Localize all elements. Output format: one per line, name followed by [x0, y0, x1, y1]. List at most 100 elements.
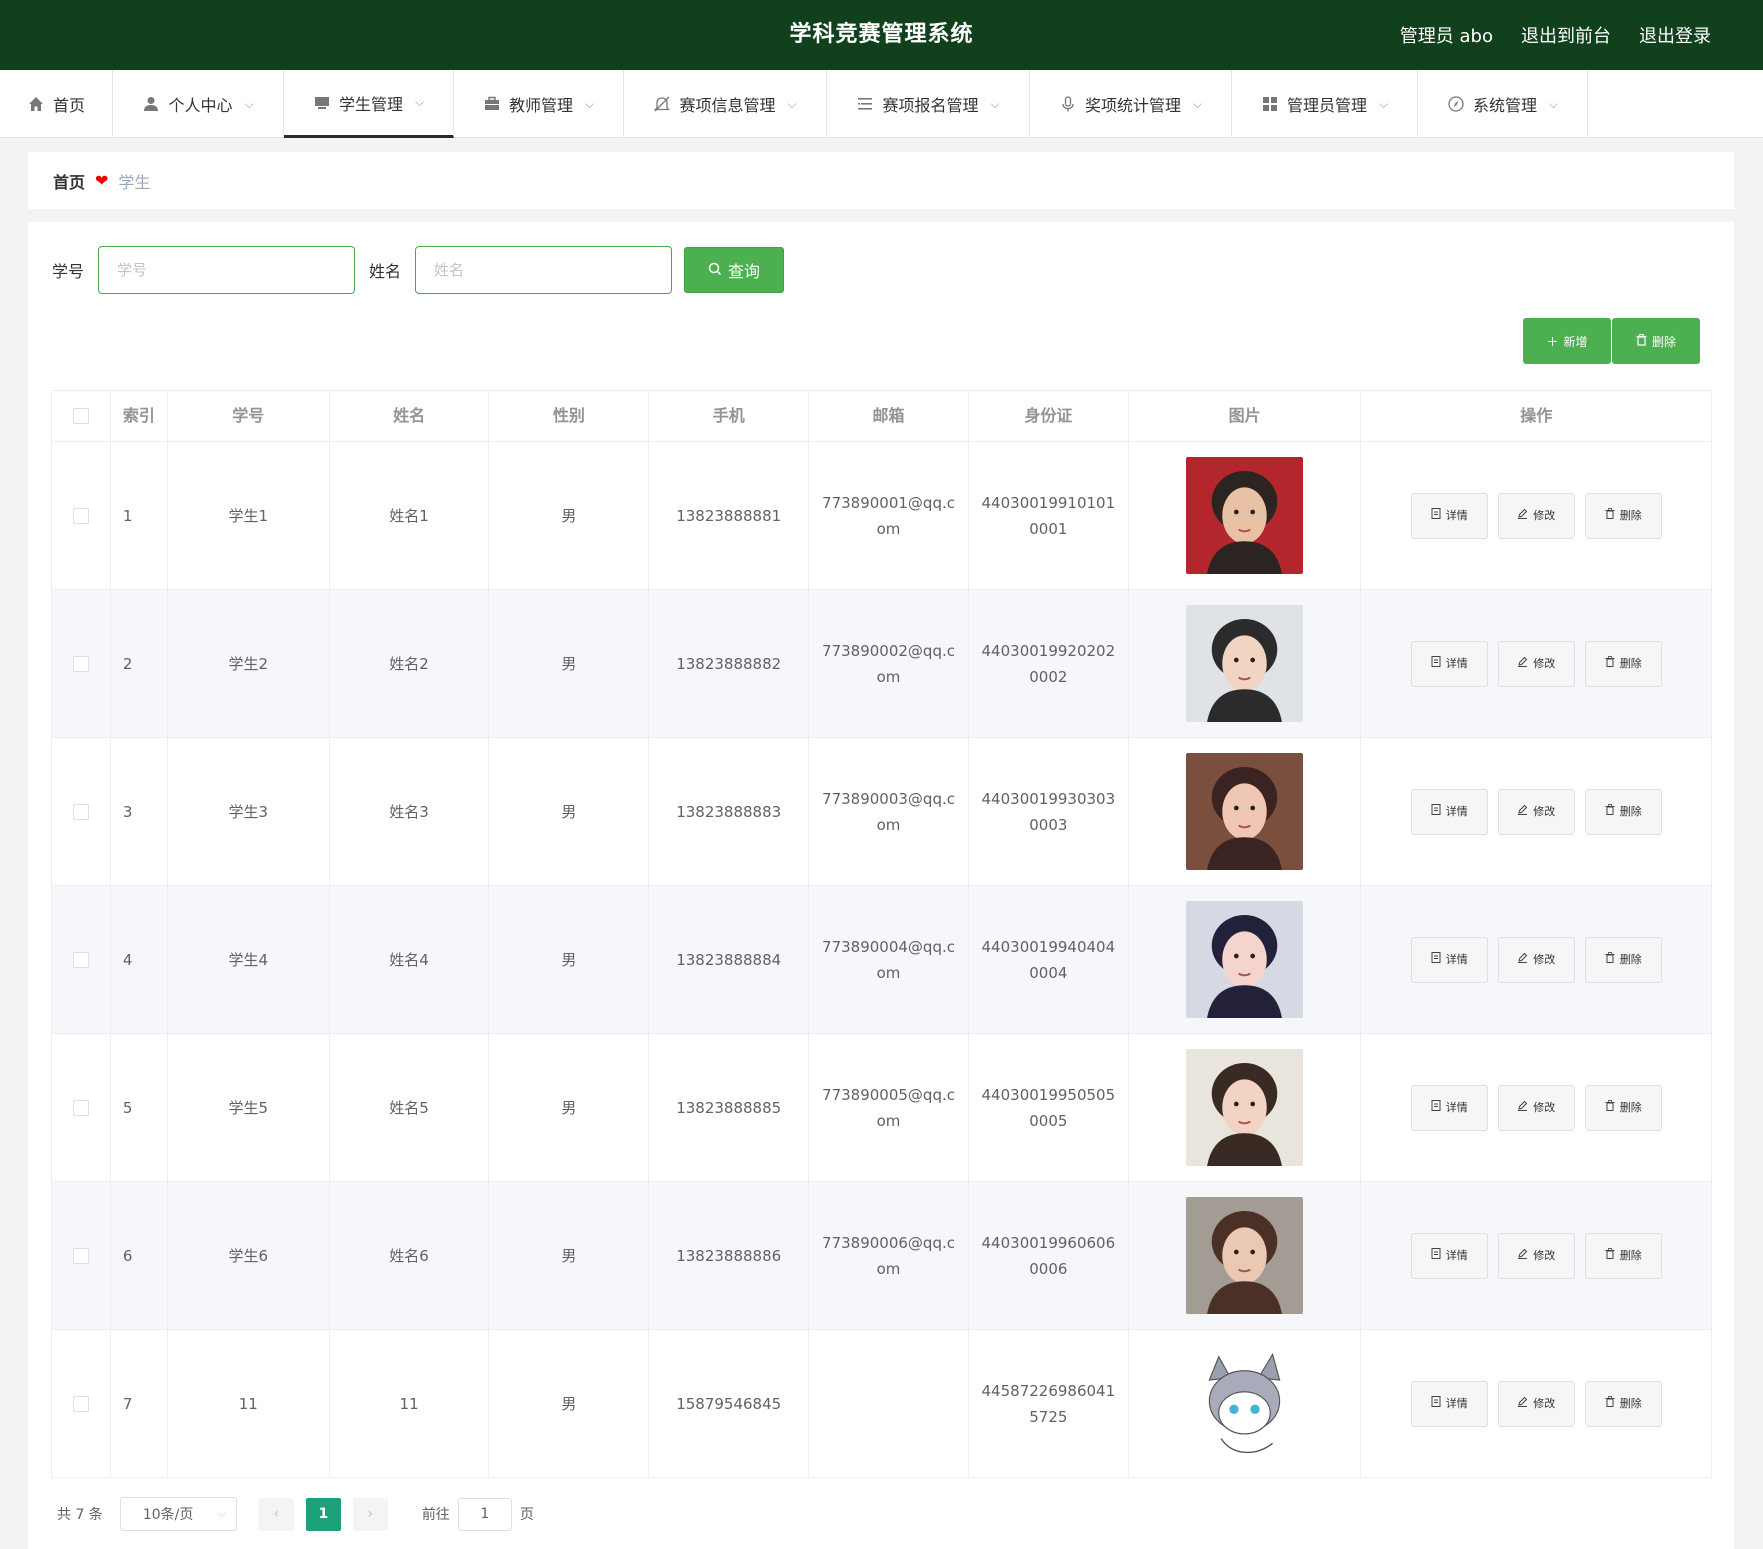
delete-label: 删除	[1619, 1248, 1642, 1262]
prev-page-button[interactable]: ‹	[258, 1497, 294, 1531]
student-photo[interactable]	[1186, 457, 1304, 574]
nav-item-home[interactable]: 首页	[0, 70, 113, 138]
student-photo[interactable]	[1186, 753, 1304, 870]
delete-button[interactable]: 删除	[1584, 936, 1662, 983]
query-button[interactable]: 查询	[684, 247, 785, 293]
detail-label: 详情	[1445, 508, 1468, 522]
student-id-cell: 学生2	[168, 590, 330, 737]
compass-icon	[1447, 95, 1465, 113]
row-index: 6	[111, 1182, 168, 1329]
nav-item-competition-info[interactable]: 赛项信息管理 ⌵	[624, 70, 827, 138]
delete-button[interactable]: 删除	[1584, 788, 1662, 835]
row-checkbox[interactable]	[72, 951, 89, 968]
monitor-icon	[313, 94, 331, 112]
row-checkbox[interactable]	[72, 1395, 89, 1412]
detail-button[interactable]: 详情	[1410, 1380, 1488, 1427]
edit-button[interactable]: 修改	[1497, 1084, 1575, 1131]
edit-button[interactable]: 修改	[1497, 492, 1575, 539]
student-id-input[interactable]	[98, 246, 356, 294]
row-checkbox[interactable]	[72, 1247, 89, 1264]
edit-button[interactable]: 修改	[1497, 788, 1575, 835]
trash-icon	[1605, 1095, 1615, 1121]
column-header[interactable]: 索引	[111, 391, 168, 441]
student-name-cell: 姓名5	[330, 1034, 490, 1181]
document-icon	[1431, 503, 1441, 529]
home-icon	[27, 95, 45, 113]
nav-item-competition-registration[interactable]: 赛项报名管理 ⌵	[827, 70, 1030, 138]
edit-label: 修改	[1533, 1100, 1556, 1114]
breadcrumb-home[interactable]: 首页	[53, 169, 85, 193]
nav-label: 管理员管理	[1286, 96, 1367, 115]
delete-label: 删除	[1619, 804, 1642, 818]
column-header[interactable]: 身份证	[969, 391, 1129, 441]
column-header[interactable]: 图片	[1129, 391, 1362, 441]
column-header[interactable]: 邮箱	[809, 391, 969, 441]
trash-icon	[1605, 799, 1615, 825]
student-photo[interactable]	[1186, 1345, 1304, 1462]
student-photo[interactable]	[1186, 1049, 1304, 1166]
detail-button[interactable]: 详情	[1410, 1084, 1488, 1131]
nav-item-admin-management[interactable]: 管理员管理 ⌵	[1232, 70, 1418, 138]
exit-to-front-link[interactable]: 退出到前台	[1521, 22, 1611, 48]
page-size-select[interactable]: 10条/页 ⌵	[119, 1497, 237, 1531]
list-icon	[856, 95, 874, 113]
delete-button[interactable]: 删除	[1584, 492, 1662, 539]
email-cell: 773890001@qq.com	[822, 493, 955, 538]
edit-button[interactable]: 修改	[1497, 640, 1575, 687]
name-input[interactable]	[415, 246, 673, 294]
student-photo[interactable]	[1186, 901, 1304, 1018]
student-photo[interactable]	[1186, 605, 1304, 722]
edit-icon	[1517, 503, 1528, 529]
edit-label: 修改	[1533, 508, 1556, 522]
student-name-cell: 姓名4	[330, 886, 490, 1033]
delete-button[interactable]: 删除	[1584, 640, 1662, 687]
chevron-down-icon: ⌵	[414, 95, 425, 109]
add-button[interactable]: ＋ 新增	[1523, 318, 1611, 364]
batch-delete-button[interactable]: 删除	[1612, 318, 1700, 364]
detail-button[interactable]: 详情	[1410, 640, 1488, 687]
edit-button[interactable]: 修改	[1497, 936, 1575, 983]
table-row: 7 11 11 男 15879546845 445872269860415725…	[52, 1330, 1711, 1478]
detail-button[interactable]: 详情	[1410, 492, 1488, 539]
column-header[interactable]: 操作	[1361, 391, 1711, 441]
student-name-cell: 11	[330, 1330, 490, 1477]
logout-link[interactable]: 退出登录	[1639, 22, 1711, 48]
nav-item-system-management[interactable]: 系统管理 ⌵	[1418, 70, 1588, 138]
nav-label: 奖项统计管理	[1084, 96, 1181, 115]
edit-button[interactable]: 修改	[1497, 1380, 1575, 1427]
select-all-checkbox[interactable]	[72, 408, 89, 424]
plus-icon: ＋	[1546, 334, 1559, 349]
nav-item-personal-center[interactable]: 个人中心 ⌵	[113, 70, 284, 138]
student-photo[interactable]	[1186, 1197, 1304, 1314]
nav-item-student-management[interactable]: 学生管理 ⌵	[284, 70, 454, 138]
breadcrumb: 首页 ❤ 学生	[28, 152, 1734, 209]
detail-button[interactable]: 详情	[1410, 936, 1488, 983]
student-id-label: 学号	[52, 262, 85, 281]
row-checkbox[interactable]	[72, 507, 89, 524]
row-checkbox[interactable]	[72, 1099, 89, 1116]
idcard-cell: 445872269860415725	[981, 1381, 1116, 1426]
delete-button[interactable]: 删除	[1584, 1232, 1662, 1279]
detail-button[interactable]: 详情	[1410, 788, 1488, 835]
edit-label: 修改	[1533, 1248, 1556, 1262]
nav-item-award-statistics[interactable]: 奖项统计管理 ⌵	[1030, 70, 1232, 138]
page-number[interactable]: 1	[305, 1497, 341, 1531]
detail-button[interactable]: 详情	[1410, 1232, 1488, 1279]
row-checkbox[interactable]	[72, 655, 89, 672]
edit-button[interactable]: 修改	[1497, 1232, 1575, 1279]
column-header[interactable]: 性别	[489, 391, 650, 441]
column-header[interactable]: 学号	[168, 391, 330, 441]
delete-label: 删除	[1619, 656, 1642, 670]
delete-button[interactable]: 删除	[1584, 1084, 1662, 1131]
row-checkbox[interactable]	[72, 803, 89, 820]
student-name-cell: 姓名3	[330, 738, 490, 885]
delete-button[interactable]: 删除	[1584, 1380, 1662, 1427]
column-header[interactable]: 姓名	[330, 391, 490, 441]
phone-cell: 13823888881	[649, 442, 810, 589]
goto-page-input[interactable]	[457, 1497, 512, 1531]
row-index: 5	[111, 1034, 168, 1181]
chevron-down-icon: ⌵	[244, 96, 254, 111]
nav-item-teacher-management[interactable]: 教师管理 ⌵	[454, 70, 624, 138]
next-page-button[interactable]: ›	[352, 1497, 388, 1531]
column-header[interactable]: 手机	[649, 391, 810, 441]
